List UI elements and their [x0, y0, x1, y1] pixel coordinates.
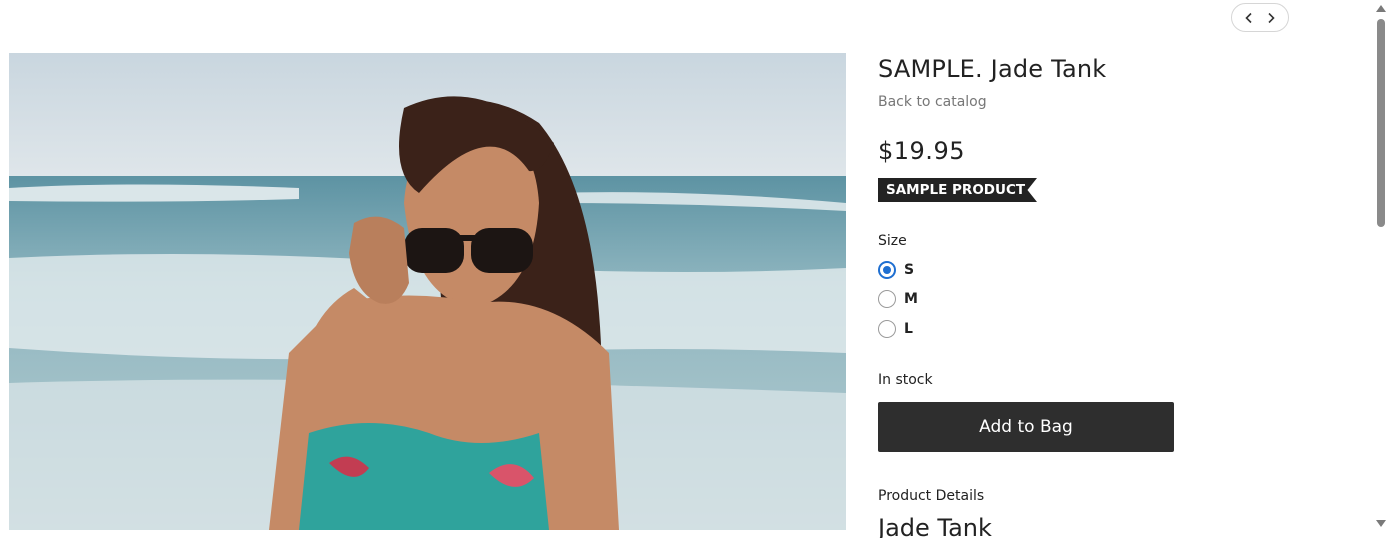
size-l-radio[interactable]: [878, 320, 896, 338]
chevron-right-icon: [1268, 12, 1275, 23]
page-scrollbar[interactable]: [1371, 0, 1391, 538]
product-pager: [1231, 3, 1289, 32]
size-l-label: L: [904, 321, 913, 337]
add-to-bag-button[interactable]: Add to Bag: [878, 402, 1174, 452]
size-option-m[interactable]: M: [878, 290, 918, 308]
stock-status: In stock: [878, 372, 933, 388]
scroll-thumb[interactable]: [1377, 19, 1385, 227]
size-option-l[interactable]: L: [878, 320, 913, 338]
size-option-s[interactable]: S: [878, 261, 914, 279]
product-title: SAMPLE. Jade Tank: [878, 55, 1107, 83]
previous-product-button[interactable]: [1243, 12, 1255, 24]
sample-product-ribbon: SAMPLE PRODUCT: [878, 178, 1037, 202]
size-s-label: S: [904, 262, 915, 278]
size-m-radio[interactable]: [878, 290, 896, 308]
chevron-left-icon: [1245, 12, 1252, 23]
next-product-button[interactable]: [1265, 12, 1277, 24]
size-label: Size: [878, 233, 907, 249]
product-image[interactable]: [9, 53, 846, 530]
size-s-radio[interactable]: [878, 261, 896, 279]
back-to-catalog-link[interactable]: Back to catalog: [878, 94, 987, 110]
scroll-up-arrow-icon[interactable]: [1376, 5, 1386, 12]
product-details-heading: Jade Tank: [878, 514, 992, 538]
product-details-label: Product Details: [878, 488, 985, 504]
scroll-down-arrow-icon[interactable]: [1376, 520, 1386, 527]
product-price: $19.95: [878, 137, 965, 165]
size-m-label: M: [904, 291, 918, 307]
